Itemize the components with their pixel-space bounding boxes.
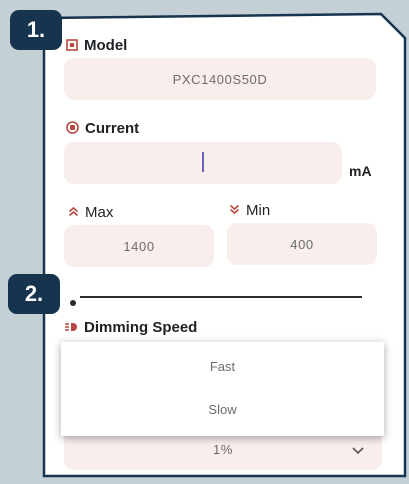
dimming-speed-label-text: Dimming Speed xyxy=(84,319,198,336)
chevron-down-icon[interactable] xyxy=(352,444,364,458)
min-value: 400 xyxy=(290,236,314,252)
model-value: PXC1400S50D xyxy=(172,71,268,87)
max-label: Max xyxy=(68,204,113,221)
dimming-speed-label: Dimming Speed xyxy=(64,319,197,336)
step-1-text: 1. xyxy=(26,17,46,42)
dimming-speed-selected: 1% xyxy=(213,441,233,457)
current-unit: mA xyxy=(349,163,372,179)
min-label: Min xyxy=(229,202,270,219)
step-1-badge: 1. xyxy=(10,10,62,50)
current-label-text: Current xyxy=(85,120,140,137)
min-label-text: Min xyxy=(246,202,271,219)
model-field[interactable]: PXC1400S50D xyxy=(64,58,376,100)
model-label: Model xyxy=(66,37,127,54)
divider-line xyxy=(80,296,362,298)
double-chevron-down-icon xyxy=(229,204,240,217)
dropdown-option-slow[interactable]: Slow xyxy=(61,402,384,417)
current-label: Current xyxy=(66,120,139,137)
gauge-icon xyxy=(66,121,79,136)
dropdown-option-fast[interactable]: Fast xyxy=(61,359,384,374)
max-label-text: Max xyxy=(85,204,114,221)
dimming-speed-dropdown: Fast Slow xyxy=(61,342,384,436)
step-2-text: 2. xyxy=(24,281,44,306)
dimming-icon xyxy=(64,322,78,334)
model-label-text: Model xyxy=(84,37,128,54)
double-chevron-up-icon xyxy=(68,206,79,219)
step-2-badge: 2. xyxy=(8,274,60,314)
min-field[interactable]: 400 xyxy=(227,223,377,265)
max-field[interactable]: 1400 xyxy=(64,225,214,267)
divider-dot xyxy=(70,300,76,306)
chip-icon xyxy=(66,38,78,53)
max-value: 1400 xyxy=(123,238,155,254)
text-cursor xyxy=(202,152,204,172)
